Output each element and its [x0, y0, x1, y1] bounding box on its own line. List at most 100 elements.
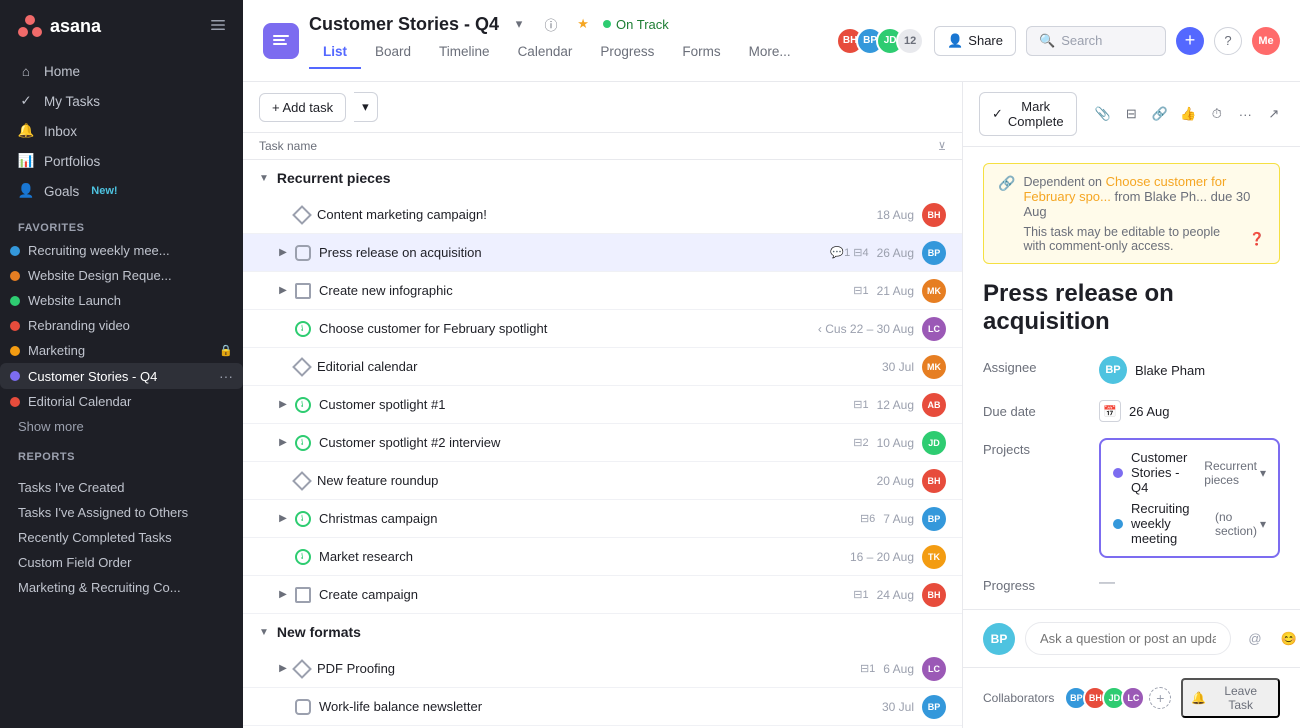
report-custom-field[interactable]: Custom Field Order	[0, 550, 243, 575]
sidebar-item-portfolios[interactable]: 📊 Portfolios	[8, 146, 235, 176]
share-button[interactable]: 👤 Share	[934, 26, 1016, 56]
mark-complete-button[interactable]: ✓ Mark Complete	[979, 92, 1077, 136]
task-row[interactable]: Content marketing campaign! 18 Aug BH	[243, 196, 962, 234]
task-row[interactable]: ▶ Create new infographic ⊟1 21 Aug MK	[243, 272, 962, 310]
add-button[interactable]: +	[1176, 27, 1204, 55]
tab-list[interactable]: List	[309, 36, 361, 69]
asana-logo[interactable]: asana	[16, 12, 101, 40]
info-icon[interactable]: ⓘ	[539, 12, 563, 36]
tab-calendar[interactable]: Calendar	[504, 36, 587, 69]
task-checkbox[interactable]	[292, 659, 312, 679]
due-date-value[interactable]: 📅 26 Aug	[1099, 400, 1280, 422]
task-meta: 20 Aug BH	[877, 469, 946, 493]
add-task-dropdown[interactable]: ▾	[354, 92, 378, 122]
tab-forms[interactable]: Forms	[668, 36, 734, 69]
sidebar-item-goals[interactable]: 👤 Goals New!	[8, 176, 235, 206]
help-button[interactable]: ?	[1214, 27, 1242, 55]
sidebar-item-inbox[interactable]: 🔔 Inbox	[8, 116, 235, 146]
task-checkbox[interactable]	[295, 435, 311, 451]
sidebar-favorite-website-design[interactable]: Website Design Reque...	[0, 263, 243, 288]
more-button[interactable]: ···	[1235, 99, 1256, 129]
close-panel-button[interactable]: ↗	[1264, 99, 1285, 129]
task-checkbox[interactable]	[295, 549, 311, 565]
expand-icon[interactable]: ▶	[275, 245, 291, 261]
tab-more[interactable]: More...	[735, 36, 805, 69]
sidebar-favorite-marketing[interactable]: Marketing 🔒	[0, 338, 243, 363]
task-row[interactable]: New feature roundup 20 Aug BH	[243, 462, 962, 500]
task-row[interactable]: Work-life balance newsletter 30 Jul BP	[243, 688, 962, 726]
task-checkbox[interactable]	[292, 471, 312, 491]
attachment-button[interactable]: 📎	[1093, 99, 1114, 129]
task-checkbox[interactable]	[295, 397, 311, 413]
chevron-down-icon[interactable]: ▾	[507, 12, 531, 36]
task-meta: 30 Jul MK	[882, 355, 946, 379]
task-checkbox[interactable]	[292, 205, 312, 225]
progress-value[interactable]: —	[1099, 574, 1280, 592]
expand-icon[interactable]: ▶	[275, 283, 291, 299]
task-row[interactable]: Market research 16 – 20 Aug TK	[243, 538, 962, 576]
expand-icon[interactable]: ▶	[275, 587, 291, 603]
sidebar-favorite-customer-stories[interactable]: Customer Stories - Q4 ···	[0, 363, 243, 389]
search-bar[interactable]: 🔍 Search	[1026, 26, 1166, 56]
star-icon[interactable]: ★	[571, 12, 595, 36]
avatar: MK	[922, 355, 946, 379]
sidebar-favorite-editorial[interactable]: Editorial Calendar	[0, 389, 243, 414]
link-button[interactable]: 🔗	[1150, 99, 1171, 129]
report-recently-completed[interactable]: Recently Completed Tasks	[0, 525, 243, 550]
expand-icon[interactable]: ▶	[275, 397, 291, 413]
sidebar-favorite-recruiting[interactable]: Recruiting weekly mee...	[0, 238, 243, 263]
emoji-button[interactable]: 😊	[1275, 625, 1300, 653]
section-recurrent[interactable]: ▼ Recurrent pieces	[243, 160, 962, 196]
task-row[interactable]: Choose customer for February spotlight ‹…	[243, 310, 962, 348]
task-checkbox[interactable]	[295, 587, 311, 603]
tab-timeline[interactable]: Timeline	[425, 36, 504, 69]
more-options-icon[interactable]: ···	[219, 368, 233, 384]
task-row[interactable]: Editorial calendar 30 Jul MK	[243, 348, 962, 386]
sidebar-favorite-rebranding[interactable]: Rebranding video	[0, 313, 243, 338]
progress-label: Progress	[983, 574, 1083, 593]
assignee-value[interactable]: BP Blake Pham	[1099, 356, 1280, 384]
sidebar-toggle[interactable]	[209, 16, 227, 37]
sidebar-item-home[interactable]: ⌂ Home	[8, 56, 235, 86]
task-row[interactable]: ▶ PDF Proofing ⊟1 6 Aug LC	[243, 650, 962, 688]
report-tasks-assigned[interactable]: Tasks I've Assigned to Others	[0, 500, 243, 525]
sidebar-item-my-tasks[interactable]: ✓ My Tasks	[8, 86, 235, 116]
task-detail-title: Press release on acquisition	[983, 280, 1280, 336]
tab-board[interactable]: Board	[361, 36, 425, 69]
task-checkbox[interactable]	[295, 283, 311, 299]
subtask-button[interactable]: ⊟	[1121, 99, 1142, 129]
like-button[interactable]: 👍	[1178, 99, 1199, 129]
projects-box[interactable]: Customer Stories - Q4 Recurrent pieces ▾…	[1099, 438, 1280, 558]
timer-button[interactable]: ⏱	[1207, 99, 1228, 129]
task-row[interactable]: ▶ Press release on acquisition 💬1 ⊟4 26 …	[243, 234, 962, 272]
user-avatar[interactable]: Me	[1252, 27, 1280, 55]
task-row[interactable]: ▶ Customer spotlight #2 interview ⊟2 10 …	[243, 424, 962, 462]
add-collaborator-button[interactable]: +	[1149, 687, 1171, 709]
add-task-button[interactable]: + Add task	[259, 93, 346, 122]
task-row[interactable]: ▶ Create campaign ⊟1 24 Aug BH	[243, 576, 962, 614]
tab-progress[interactable]: Progress	[586, 36, 668, 69]
task-checkbox[interactable]	[295, 511, 311, 527]
expand-icon[interactable]: ▶	[275, 511, 291, 527]
task-checkbox[interactable]	[292, 357, 312, 377]
report-tasks-created[interactable]: Tasks I've Created	[0, 475, 243, 500]
expand-icon[interactable]: ▶	[275, 661, 291, 677]
task-checkbox[interactable]	[295, 321, 311, 337]
task-checkbox[interactable]	[295, 245, 311, 261]
report-marketing-recruiting[interactable]: Marketing & Recruiting Co...	[0, 575, 243, 600]
at-mention-button[interactable]: @	[1241, 625, 1269, 653]
task-row[interactable]: ▶ Customer spotlight #1 ⊟1 12 Aug AB	[243, 386, 962, 424]
leave-task-button[interactable]: 🔔 Leave Task	[1181, 678, 1280, 718]
task-checkbox[interactable]	[295, 699, 311, 715]
task-row[interactable]: ▶ Christmas campaign ⊟6 7 Aug BP	[243, 500, 962, 538]
sort-icon[interactable]: ⊻	[938, 140, 946, 153]
comment-input[interactable]	[1025, 622, 1231, 655]
section-new-formats[interactable]: ▼ New formats	[243, 614, 962, 650]
expand-icon[interactable]: ▶	[275, 435, 291, 451]
sidebar-favorite-website-launch[interactable]: Website Launch	[0, 288, 243, 313]
editable-warning: This task may be editable to people with…	[1023, 225, 1265, 253]
avatar: BP	[922, 241, 946, 265]
task-name: Create new infographic	[319, 283, 853, 298]
show-more-link[interactable]: Show more	[0, 414, 243, 439]
sidebar: asana ⌂ Home ✓ My Tasks 🔔 Inbox 📊 Portfo…	[0, 0, 243, 728]
